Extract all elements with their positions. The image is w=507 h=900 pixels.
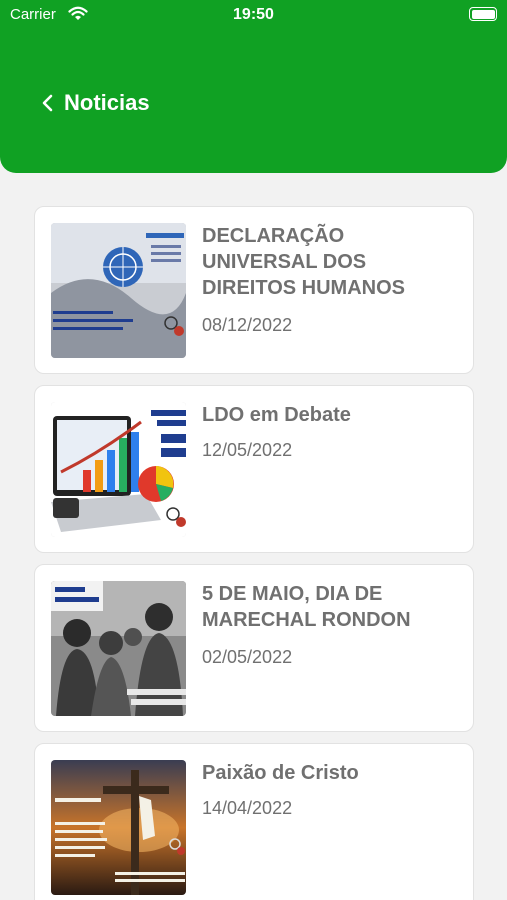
news-thumbnail	[51, 223, 186, 358]
news-date: 14/04/2022	[202, 798, 293, 818]
status-bar: Carrier 19:50	[0, 0, 507, 30]
app-header: Carrier 19:50 Noticias	[0, 0, 507, 173]
news-thumbnail	[51, 402, 186, 537]
news-title: 5 DE MAIO, DIA DE MARECHAL RONDON	[202, 583, 411, 631]
news-date: 02/05/2022	[202, 647, 293, 667]
news-card[interactable]: Paixão de Cristo 14/04/2022	[34, 743, 474, 900]
news-card[interactable]: LDO em Debate 12/05/2022	[34, 385, 474, 553]
status-time: 19:50	[233, 6, 274, 23]
news-thumbnail	[51, 760, 186, 895]
chevron-left-icon	[42, 94, 53, 112]
news-title: LDO em Debate	[202, 404, 351, 426]
news-date: 08/12/2022	[202, 315, 293, 335]
news-date: 12/05/2022	[202, 440, 293, 460]
news-card[interactable]: 5 DE MAIO, DIA DE MARECHAL RONDON 02/05/…	[34, 564, 474, 732]
news-card[interactable]: DECLARAÇÃO UNIVERSAL DOS DIREITOS HUMANO…	[34, 206, 474, 374]
news-thumbnail	[51, 581, 186, 716]
back-button[interactable]: Noticias	[40, 88, 150, 118]
page-title: Noticias	[64, 90, 150, 115]
battery-icon	[469, 7, 497, 21]
news-title: DECLARAÇÃO UNIVERSAL DOS DIREITOS HUMANO…	[202, 225, 405, 299]
news-title: Paixão de Cristo	[202, 762, 359, 784]
